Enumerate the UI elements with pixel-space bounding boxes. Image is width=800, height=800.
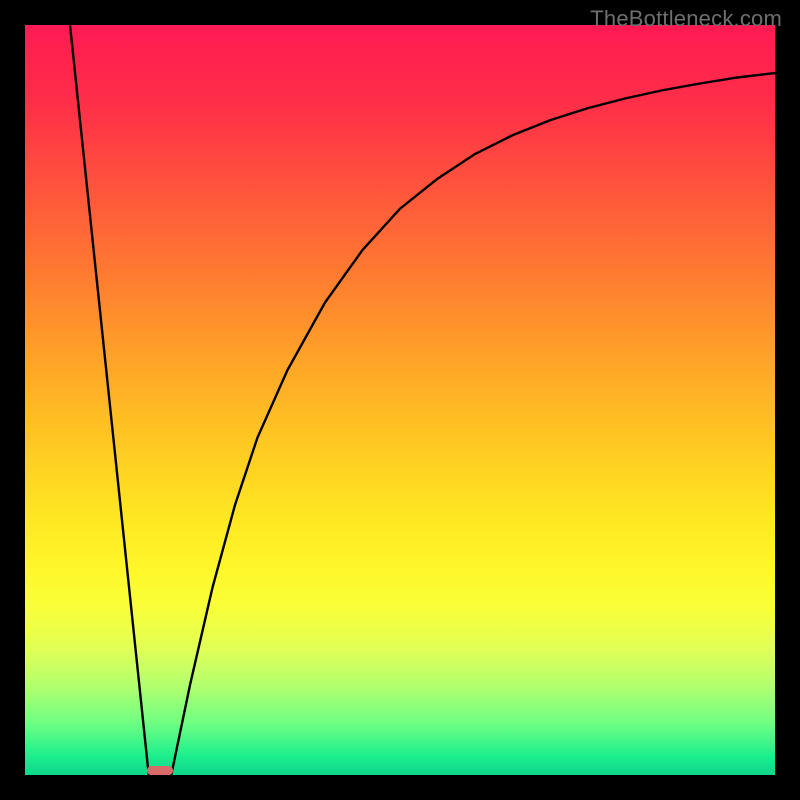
watermark-text: TheBottleneck.com bbox=[590, 6, 782, 32]
chart-container: TheBottleneck.com bbox=[0, 0, 800, 800]
chart-svg bbox=[0, 0, 800, 800]
marker-pill bbox=[147, 766, 173, 775]
